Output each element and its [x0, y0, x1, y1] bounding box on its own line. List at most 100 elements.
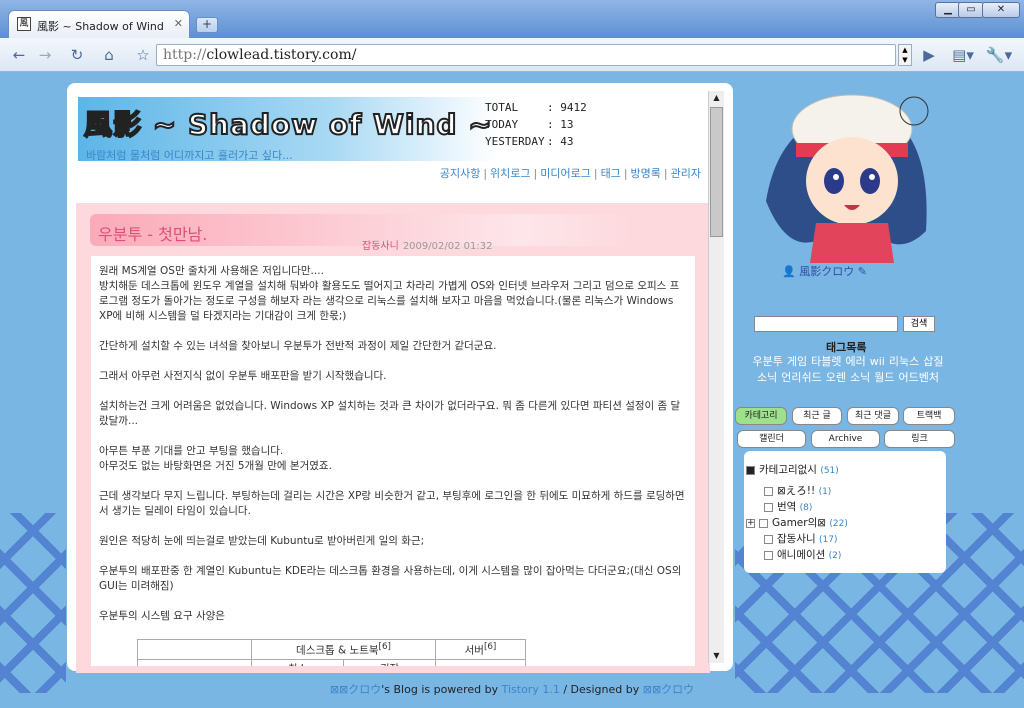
tag-link[interactable]: 리눅스	[889, 355, 919, 368]
footer-designer-link[interactable]: ⊠⊠クロウ	[643, 683, 694, 696]
home-icon[interactable]: ⌂	[98, 45, 120, 65]
post-paragraph: 간단하게 설치할 수 있는 녀석을 찾아보니 우분투가 전반적 과정이 제일 간…	[99, 340, 497, 352]
browser-tab[interactable]: 風 風影 ~ Shadow of Wind ::... ✕	[8, 10, 190, 38]
tag-link[interactable]: 에러	[846, 355, 866, 368]
folder-icon	[759, 518, 768, 528]
category-item[interactable]: ⊠えろ!! (1)	[764, 483, 831, 498]
tag-link[interactable]: 타블렛	[811, 355, 841, 368]
scroll-up-icon[interactable]: ▲	[710, 91, 723, 105]
content-scrollbar[interactable]: ▲ ▼	[708, 91, 724, 663]
tag-link[interactable]: 우분투	[753, 355, 783, 368]
post-paragraph: 우분투의 시스템 요구 사양은	[99, 610, 225, 622]
nav-medialog[interactable]: 미디어로그	[540, 167, 591, 180]
post-body: 원래 MS계열 OS만 줄차게 사용해온 저입니다만.... 방치해둔 데스크톱…	[91, 256, 695, 666]
new-tab-button[interactable]: +	[196, 17, 218, 33]
nav-locationlog[interactable]: 위치로그	[490, 167, 530, 180]
category-item[interactable]: + Gamer의⊠ (22)	[746, 515, 848, 530]
spec-empty-cell	[137, 639, 252, 660]
search-input[interactable]	[754, 316, 898, 332]
go-icon[interactable]: ▶	[918, 45, 940, 65]
nav-admin[interactable]: 관리자	[671, 167, 701, 180]
wrench-menu-icon[interactable]: 🔧▾	[984, 45, 1014, 65]
url-protocol: http://	[163, 47, 207, 63]
back-icon[interactable]: ←	[8, 45, 30, 65]
bookmark-star-icon[interactable]: ☆	[132, 45, 154, 65]
tag-link[interactable]: 언리쉬드	[781, 371, 821, 384]
post-category[interactable]: 잡동사니	[362, 241, 399, 252]
post-paragraph: 우분투의 배포판중 한 계열인 Kubuntu는 KDE라는 데스크톱 환경을 …	[99, 565, 682, 592]
tag-link[interactable]: 삽질	[923, 355, 943, 368]
spec-sub-min: 최소	[251, 659, 344, 666]
scroll-down-icon[interactable]: ▼	[710, 649, 723, 663]
tab-calendar[interactable]: 캘린더	[737, 430, 806, 448]
favicon-icon: 風	[17, 17, 31, 31]
spec-col-server: 서버[6]	[435, 639, 526, 660]
tab-title: 風影 ~ Shadow of Wind ::...	[37, 20, 167, 33]
tab-recent-comments[interactable]: 최근 댓글	[847, 407, 899, 425]
post-paragraph: 그래서 아무런 사전지식 없이 우분투 배포판을 받기 시작했습니다.	[99, 370, 387, 382]
folder-icon	[764, 486, 773, 496]
reload-icon[interactable]: ↻	[66, 45, 88, 65]
expand-plus-icon[interactable]: +	[746, 518, 755, 528]
spec-ref-link[interactable]: [6]	[379, 642, 391, 652]
folder-icon	[764, 550, 773, 560]
tab-archive[interactable]: Archive	[811, 430, 880, 448]
category-item[interactable]: 잡동사니 (17)	[764, 531, 837, 546]
category-item[interactable]: 애니메이션 (2)	[764, 547, 841, 562]
tag-link[interactable]: wii	[870, 355, 885, 368]
title-bar: 風 風影 ~ Shadow of Wind ::... ✕ + ▁ ▭ ✕	[0, 0, 1024, 38]
top-navigation: 공지사항 | 위치로그 | 미디어로그 | 태그 | 방명록 | 관리자	[439, 167, 701, 180]
blog-tagline: 바람처럼 물처럼 어디까지고 흘러가고 싶다...	[86, 149, 293, 162]
address-bar[interactable]: http://clowlead.tistory.com/	[156, 44, 896, 66]
spec-table: 데스크톱 & 노트북[6] 서버[6] 최소 권장	[137, 639, 526, 666]
post-paragraph: 설치하는건 크게 어려움은 없었습니다. Windows XP 설치하는 것과 …	[99, 400, 681, 427]
tag-link[interactable]: 소닉	[850, 371, 870, 384]
nav-tag[interactable]: 태그	[601, 167, 621, 180]
close-window-button[interactable]: ✕	[982, 2, 1020, 18]
category-item[interactable]: 번역 (8)	[764, 499, 812, 514]
spec-col-desktop: 데스크톱 & 노트북[6]	[251, 639, 436, 660]
post-paragraph: 원래 MS계열 OS만 줄차게 사용해온 저입니다만.... 방치해둔 데스크톱…	[99, 265, 680, 322]
post-title-bar: 우분투 - 첫만남.	[90, 214, 630, 246]
tag-link[interactable]: 게임	[787, 355, 807, 368]
spec-sub-rec: 권장	[343, 659, 436, 666]
footer-author-link[interactable]: ⊠⊠クロウ	[330, 683, 381, 696]
footer: ⊠⊠クロウ's Blog is powered by Tistory 1.1 /…	[329, 683, 695, 696]
scroll-thumb[interactable]	[710, 107, 723, 237]
avatar-illustration	[766, 94, 929, 263]
maximize-button[interactable]: ▭	[958, 2, 984, 18]
brush-icon: ✎	[857, 265, 867, 278]
post-title[interactable]: 우분투 - 첫만남.	[98, 221, 207, 245]
tab-close-icon[interactable]: ✕	[174, 17, 183, 30]
tag-link[interactable]: 월드	[874, 371, 894, 384]
page-menu-icon[interactable]: ▤▾	[950, 45, 976, 65]
page-viewport: 風影 ~ Shadow of Wind ~ 바람처럼 물처럼 어디까지고 흘러가…	[0, 73, 1024, 708]
nav-guestbook[interactable]: 방명록	[631, 167, 661, 180]
stat-total: TOTAL: 9412	[485, 101, 587, 114]
tag-link[interactable]: 오렌	[826, 371, 846, 384]
category-root[interactable]: 카테고리없시 (51)	[746, 462, 839, 477]
post-paragraph: 근데 생각보다 무지 느립니다. 부팅하는데 걸리는 시간은 XP랑 비슷한거 …	[99, 490, 685, 517]
tag-cloud: 우분투 게임 타블렛 에러 wii 리눅스 삽질소닉 언리쉬드 오렌 소닉 월드 어드벤처	[748, 354, 948, 386]
footer-tistory-link[interactable]: Tistory 1.1	[502, 683, 560, 696]
post-date: 2009/02/02 01:32	[402, 241, 493, 252]
tab-recent-posts[interactable]: 최근 글	[792, 407, 842, 425]
nav-notice[interactable]: 공지사항	[440, 167, 480, 180]
stat-today: TODAY: 13	[485, 118, 574, 131]
tab-trackback[interactable]: 트랙백	[903, 407, 955, 425]
tag-link[interactable]: 소닉	[757, 371, 777, 384]
profile-nickname[interactable]: 👤 風影クロウ ✎	[782, 263, 867, 279]
url-spinner[interactable]: ▲ ▼	[898, 44, 912, 66]
blog-title[interactable]: 風影 ~ Shadow of Wind ~	[83, 103, 493, 143]
forward-icon[interactable]: →	[34, 45, 56, 65]
user-icon: 👤	[782, 265, 796, 278]
tab-links[interactable]: 링크	[884, 430, 955, 448]
post-meta: 잡동사니 2009/02/02 01:32	[362, 237, 492, 252]
browser-toolbar: ← → ↻ ⌂ ☆ http://clowlead.tistory.com/ ▲…	[0, 38, 1024, 72]
search-button[interactable]: 검색	[903, 316, 935, 332]
tab-category[interactable]: 카테고리	[735, 407, 787, 425]
spec-ref-link[interactable]: [6]	[484, 642, 496, 652]
diamond-pattern-left	[0, 513, 66, 693]
spec-empty-cell	[137, 659, 252, 666]
tag-link[interactable]: 어드벤처	[899, 371, 939, 384]
